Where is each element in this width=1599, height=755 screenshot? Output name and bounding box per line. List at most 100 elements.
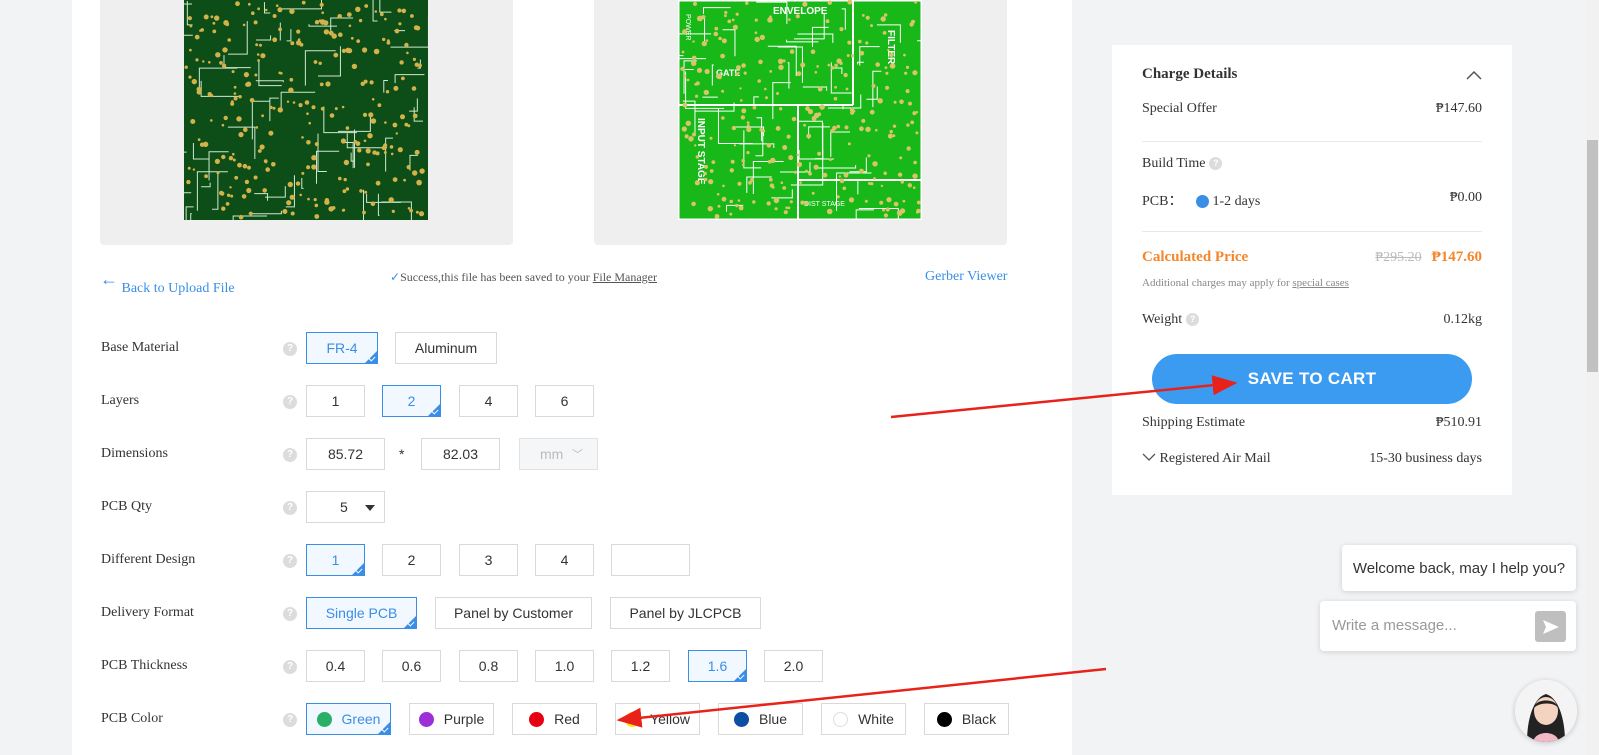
pcb-pad: [867, 154, 871, 158]
pcb-pad: [892, 134, 896, 138]
blue-swatch-icon: [733, 711, 749, 727]
delivery-single-pcb[interactable]: Single PCB: [306, 597, 417, 629]
pcb-pad: [362, 210, 366, 215]
pcb-pad: [716, 193, 720, 196]
help-icon[interactable]: ?: [283, 660, 297, 674]
help-icon[interactable]: ?: [1209, 157, 1223, 171]
pcb-pad: [692, 132, 696, 137]
color-white[interactable]: White: [821, 703, 906, 735]
help-icon[interactable]: ?: [283, 448, 297, 462]
help-icon[interactable]: ?: [283, 713, 297, 727]
save-to-cart-button[interactable]: SAVE TO CART: [1152, 354, 1472, 404]
pcb-pad: [412, 113, 418, 119]
chevron-up-icon[interactable]: [1466, 68, 1482, 85]
help-icon[interactable]: ?: [283, 501, 297, 515]
charge-details-header[interactable]: Charge Details: [1142, 66, 1482, 83]
unit-select[interactable]: mm ﹀: [519, 438, 598, 470]
pcb-pad: [724, 10, 728, 15]
color-blue[interactable]: Blue: [718, 703, 803, 735]
send-button[interactable]: [1535, 611, 1566, 642]
base-material-aluminum[interactable]: Aluminum: [395, 332, 497, 364]
pcb-pad: [275, 4, 279, 7]
file-manager-link[interactable]: File Manager: [593, 270, 657, 284]
pcb-pad: [897, 172, 903, 177]
pcb-pad: [738, 205, 744, 211]
design-3[interactable]: 3: [459, 544, 518, 576]
color-yellow[interactable]: Yellow: [615, 703, 700, 735]
layers-1[interactable]: 1: [306, 385, 365, 417]
delivery-panel-jlcpcb[interactable]: Panel by JLCPCB: [610, 597, 761, 629]
special-cases-link[interactable]: special cases: [1292, 277, 1349, 289]
thickness-1-6[interactable]: 1.6: [688, 650, 747, 682]
layers-2[interactable]: 2: [382, 385, 441, 417]
help-icon[interactable]: ?: [283, 395, 297, 409]
thickness-0-4[interactable]: 0.4: [306, 650, 365, 682]
chat-welcome-bubble[interactable]: Welcome back, may I help you?: [1342, 545, 1576, 591]
design-1[interactable]: 1: [306, 544, 365, 576]
design-custom-input[interactable]: [611, 544, 690, 576]
dimension-height-input[interactable]: 82.03: [421, 438, 500, 470]
pcb-pad: [397, 8, 402, 13]
pcb-pad: [713, 31, 719, 37]
black-swatch-icon: [936, 711, 952, 727]
color-black[interactable]: Black: [924, 703, 1009, 735]
radio-selected-icon[interactable]: [1195, 195, 1209, 209]
gerber-viewer-link[interactable]: Gerber Viewer: [925, 269, 1007, 285]
thickness-1-0[interactable]: 1.0: [535, 650, 594, 682]
thickness-0-6[interactable]: 0.6: [382, 650, 441, 682]
scrollbar-thumb[interactable]: [1587, 140, 1598, 372]
dimension-width-input[interactable]: 85.72: [306, 438, 385, 470]
pcb-pad: [289, 77, 294, 82]
pcb-pad: [278, 27, 282, 32]
layers-4[interactable]: 4: [459, 385, 518, 417]
pcb-pad: [221, 63, 227, 68]
help-icon[interactable]: ?: [283, 607, 297, 621]
pcb-label-envelope: ENVELOPE: [773, 6, 828, 17]
pcb-pad: [813, 164, 819, 170]
pcb-pad: [691, 55, 697, 61]
pcb-pad: [259, 43, 262, 47]
pcb-pad: [370, 201, 376, 207]
pcb-pad: [830, 128, 835, 134]
color-blue-label: Blue: [758, 711, 788, 727]
pcb-pad: [321, 11, 324, 14]
pcb-pad: [899, 99, 904, 105]
help-icon[interactable]: ?: [283, 342, 297, 356]
pcb-pad: [282, 209, 288, 214]
shipping-method-row[interactable]: Registered Air Mail 15-30 business days: [1142, 451, 1482, 467]
pcb-qty-select[interactable]: 5: [306, 491, 385, 523]
pcb-top-preview: [100, 0, 513, 245]
back-to-upload-link[interactable]: ← Back to Upload File: [100, 269, 235, 296]
thickness-0-8[interactable]: 0.8: [459, 650, 518, 682]
scrollbar-track[interactable]: [1586, 0, 1599, 755]
pcb-pad: [255, 126, 259, 129]
pcb-pad: [864, 199, 868, 203]
base-material-fr4[interactable]: FR-4: [306, 332, 378, 364]
support-agent-avatar[interactable]: [1515, 680, 1577, 742]
thickness-1-2[interactable]: 1.2: [611, 650, 670, 682]
pcb-pad: [221, 154, 226, 160]
red-swatch-icon: [529, 711, 545, 727]
pcb-pad: [414, 149, 420, 155]
pcb-pad: [362, 47, 368, 53]
pcb-bottom-preview: ENVELOPE FILTER GATE INPUT STAGE DIST ST…: [594, 0, 1007, 245]
pcb-pad: [807, 109, 814, 115]
thickness-2-0[interactable]: 2.0: [764, 650, 823, 682]
pcb-pad: [833, 96, 838, 101]
help-icon[interactable]: ?: [1186, 313, 1200, 327]
design-2[interactable]: 2: [382, 544, 441, 576]
pcb-pad: [900, 208, 906, 214]
pcb-pad: [199, 142, 205, 147]
color-yellow-label: Yellow: [650, 711, 690, 727]
color-red[interactable]: Red: [512, 703, 597, 735]
color-purple[interactable]: Purple: [409, 703, 494, 735]
pcb-pad: [774, 207, 778, 211]
layers-6[interactable]: 6: [535, 385, 594, 417]
chat-message-input[interactable]: Write a message...: [1320, 601, 1576, 651]
pcb-pad: [204, 174, 208, 179]
pcb-pad: [222, 47, 228, 53]
color-green[interactable]: Green: [306, 703, 391, 735]
help-icon[interactable]: ?: [283, 554, 297, 568]
delivery-panel-customer[interactable]: Panel by Customer: [435, 597, 592, 629]
design-4[interactable]: 4: [535, 544, 594, 576]
